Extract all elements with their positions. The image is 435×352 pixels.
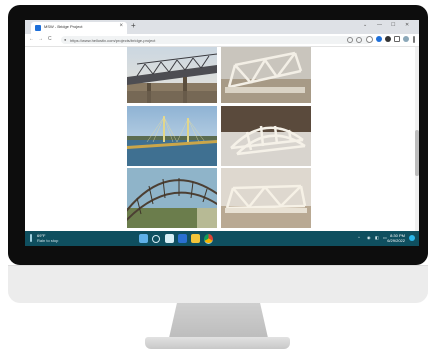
- favicon-icon: [35, 25, 41, 31]
- back-button[interactable]: ←: [29, 36, 34, 42]
- file-explorer-icon[interactable]: [191, 234, 200, 243]
- tab-close-button[interactable]: ×: [119, 23, 123, 29]
- menu-dots-icon[interactable]: [413, 36, 415, 43]
- page-content: [25, 47, 419, 231]
- scrollbar-thumb[interactable]: [415, 130, 419, 176]
- url-text: https://www.hellostix.com/projects/bridg…: [70, 37, 156, 43]
- tab-search-icon[interactable]: ⌄: [363, 22, 367, 28]
- monitor-chin: [8, 265, 428, 303]
- sidepanel-icon[interactable]: [394, 36, 400, 42]
- gallery-image-5[interactable]: [127, 168, 217, 228]
- tray-battery-icon[interactable]: ▭: [383, 235, 387, 240]
- puzzle-extensions-icon[interactable]: [385, 36, 391, 42]
- notification-icon[interactable]: [409, 235, 415, 241]
- tray-overflow-icon[interactable]: ^: [358, 235, 360, 240]
- tab-title: MSW - Bridge Project: [44, 24, 83, 29]
- windows-taskbar: 69°F Rain to stop ^ ◉ ◧ ▭ 8:30 PM 6/29/2…: [25, 231, 419, 246]
- weather-condition: Rain to stop: [37, 238, 59, 243]
- browser-tab-bar: MSW - Bridge Project × + ⌄ — ☐ ✕: [25, 20, 419, 34]
- profile-avatar-icon[interactable]: [403, 36, 409, 42]
- gallery-image-1[interactable]: [127, 47, 217, 103]
- stick-truss-model-icon: [221, 47, 311, 103]
- cable-stayed-bridge-icon: [127, 106, 217, 166]
- clock-date: 6/29/2022: [387, 238, 405, 243]
- reload-button[interactable]: C: [48, 36, 52, 42]
- chrome-icon[interactable]: [204, 234, 213, 244]
- maximize-button[interactable]: ☐: [391, 22, 395, 28]
- steel-arch-underside-icon: [127, 168, 217, 228]
- gallery-image-3[interactable]: [127, 106, 217, 166]
- address-bar-row: ← → C ● https://www.hellostix.com/projec…: [25, 34, 419, 47]
- lock-icon: ●: [64, 37, 67, 42]
- tray-network-icon[interactable]: ◉: [367, 235, 371, 240]
- screen: MSW - Bridge Project × + ⌄ — ☐ ✕ ← → C ●…: [25, 20, 419, 246]
- task-view-icon[interactable]: [165, 234, 174, 243]
- bookmark-star-icon[interactable]: [366, 36, 373, 43]
- extension-icon[interactable]: [376, 36, 382, 42]
- url-field[interactable]: ● https://www.hellostix.com/projects/bri…: [61, 36, 371, 44]
- browser-tab[interactable]: MSW - Bridge Project ×: [31, 22, 127, 34]
- clock[interactable]: 8:30 PM 6/29/2022: [387, 233, 405, 243]
- gallery-image-4[interactable]: [221, 106, 311, 166]
- steel-truss-bridge-icon: [127, 47, 217, 103]
- new-tab-button[interactable]: +: [131, 21, 136, 30]
- forward-button[interactable]: →: [38, 36, 43, 42]
- arch-stick-model-icon: [221, 106, 311, 166]
- rain-icon: [30, 234, 32, 242]
- minimize-button[interactable]: —: [377, 22, 382, 28]
- tray-speaker-icon[interactable]: ◧: [375, 235, 379, 240]
- zoom-icon[interactable]: [347, 37, 353, 43]
- truss-model-table-icon: [221, 168, 311, 228]
- start-windows-icon[interactable]: [139, 234, 148, 243]
- monitor-stand-base: [145, 337, 290, 349]
- gallery-image-2[interactable]: [221, 47, 311, 103]
- share-icon[interactable]: [356, 37, 362, 43]
- search-icon[interactable]: [152, 235, 160, 243]
- gallery-image-6[interactable]: [221, 168, 311, 228]
- monitor-stand-neck: [169, 303, 268, 338]
- widgets-icon[interactable]: [178, 234, 187, 243]
- close-window-button[interactable]: ✕: [405, 22, 409, 28]
